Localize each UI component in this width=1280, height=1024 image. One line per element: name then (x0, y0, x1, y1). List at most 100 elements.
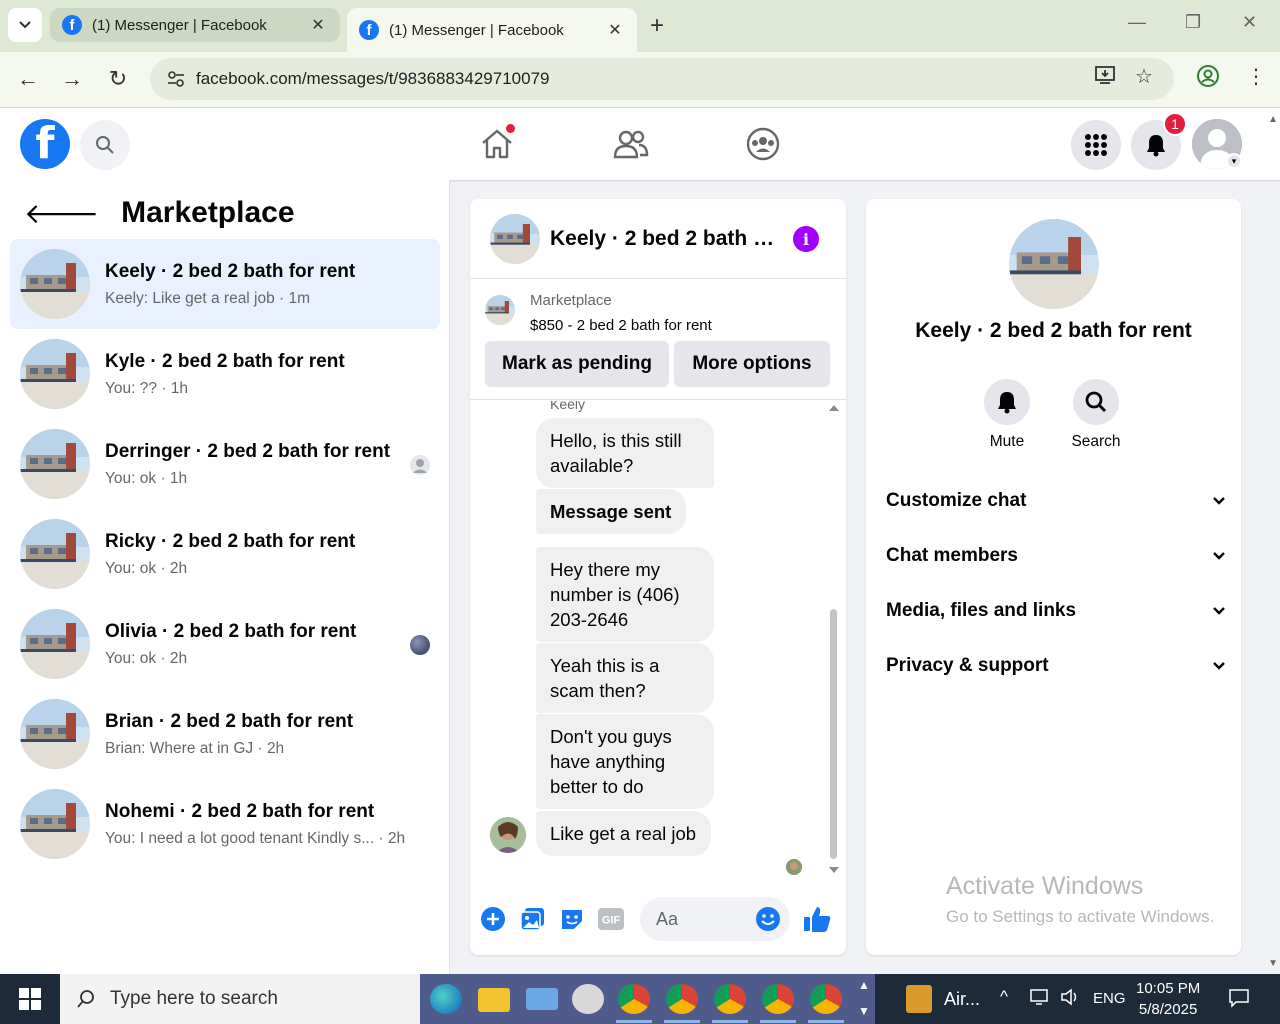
sender-avatar[interactable] (490, 817, 526, 853)
facebook-logo[interactable]: f (20, 119, 70, 169)
account-menu-chevron-icon[interactable]: ▾ (1226, 153, 1242, 169)
facebook-favicon-icon: f (62, 15, 82, 35)
scroll-down-arrow-icon[interactable] (827, 865, 841, 875)
menu-grid-button[interactable] (1071, 120, 1121, 170)
browser-menu-icon[interactable]: ⋮ (1246, 64, 1266, 89)
facebook-search-button[interactable] (80, 120, 130, 170)
customize-chat-section[interactable]: Customize chat (886, 481, 1226, 521)
gif-icon[interactable]: GIF (597, 905, 625, 933)
file-explorer-icon[interactable] (478, 988, 510, 1012)
conversation-item[interactable]: Brian · 2 bed 2 bath for rent Brian: Whe… (10, 689, 440, 779)
profile-icon[interactable] (1196, 64, 1220, 94)
install-app-icon[interactable] (1094, 64, 1116, 92)
mark-as-pending-button[interactable]: Mark as pending (485, 341, 669, 387)
chrome-profile-5-icon[interactable] (810, 984, 842, 1014)
listing-thumbnail (485, 295, 515, 325)
more-options-button[interactable]: More options (674, 341, 830, 387)
message-bubble: Like get a real job (536, 811, 711, 856)
message-bubble: Hey there my number is (406) 203-2646 (536, 547, 714, 642)
windows-taskbar: Type here to search ▲ ▼ Air... ^ ENG 10:… (0, 974, 1280, 1024)
listing-thumbnail (20, 699, 90, 769)
chat-thumbnail[interactable] (490, 214, 540, 264)
back-arrow-icon[interactable]: 🡐 (24, 196, 99, 230)
info-icon[interactable]: i (793, 226, 819, 252)
search-in-conversation-button[interactable]: Search (1056, 379, 1136, 451)
chrome-profile-1-icon[interactable] (618, 984, 650, 1014)
page-scroll-up-icon[interactable]: ▲ (1268, 114, 1278, 125)
browser-tab-1[interactable]: f (1) Messenger | Facebook ✕ (50, 8, 340, 42)
back-icon[interactable]: ← (14, 66, 42, 94)
show-hidden-icons-icon[interactable]: ^ (1000, 987, 1008, 1007)
chat-window: Keely · 2 bed 2 bath f... i Marketplace … (470, 199, 846, 955)
listing-category: Marketplace (530, 292, 612, 309)
scrollbar-thumb[interactable] (830, 609, 837, 859)
forward-icon[interactable]: → (58, 66, 86, 94)
action-center-icon[interactable] (1228, 988, 1250, 1013)
new-tab-button[interactable]: + (650, 12, 664, 40)
close-tab-icon[interactable]: ✕ (308, 15, 328, 35)
page-scroll-down-icon[interactable]: ▼ (1268, 958, 1278, 969)
taskbar-search-box[interactable]: Type here to search (60, 974, 420, 1024)
chrome-profile-2-icon[interactable] (666, 984, 698, 1014)
photo-icon[interactable] (519, 905, 547, 933)
bookmark-star-icon[interactable]: ☆ (1135, 64, 1153, 89)
add-plus-icon[interactable] (479, 905, 507, 933)
air-app-icon[interactable] (906, 985, 932, 1013)
taskbar-clock[interactable]: 10:05 PM 5/8/2025 (1136, 978, 1200, 1020)
url-bar[interactable]: facebook.com/messages/t/9836883429710079 (150, 58, 1174, 100)
nav-home[interactable] (477, 124, 517, 164)
sender-name: Keely (550, 401, 586, 412)
like-thumb-icon[interactable] (803, 905, 831, 933)
listing-thumbnail (20, 519, 90, 589)
conversation-item[interactable]: Olivia · 2 bed 2 bath for rent You: ok ·… (10, 599, 440, 689)
desktop-app-icon[interactable] (526, 988, 558, 1010)
privacy-support-section[interactable]: Privacy & support (886, 646, 1226, 686)
taskbar-search-placeholder: Type here to search (110, 988, 278, 1009)
air-app-label[interactable]: Air... (944, 989, 980, 1010)
tray-scroll-down-icon[interactable]: ▼ (858, 1004, 870, 1018)
search-icon (96, 136, 114, 154)
chat-scrollbar[interactable] (827, 405, 841, 879)
chrome-profile-4-icon[interactable] (762, 984, 794, 1014)
conversation-name: Nohemi · 2 bed 2 bath for rent (105, 800, 375, 822)
chat-header: Keely · 2 bed 2 bath f... i (470, 199, 846, 279)
tools-app-icon[interactable] (572, 984, 604, 1014)
friends-icon (613, 130, 649, 159)
section-label: Chat members (886, 545, 1018, 566)
close-tab-icon[interactable]: ✕ (605, 20, 625, 40)
nav-groups[interactable] (743, 124, 783, 164)
network-icon[interactable] (1030, 988, 1050, 1011)
scroll-up-arrow-icon[interactable] (827, 403, 841, 413)
reload-icon[interactable]: ↻ (104, 66, 132, 94)
chat-members-section[interactable]: Chat members (886, 536, 1226, 576)
media-files-links-section[interactable]: Media, files and links (886, 591, 1226, 631)
windows-start-button[interactable] (0, 974, 60, 1024)
close-window-icon[interactable]: ✕ (1242, 12, 1257, 33)
sticker-icon[interactable] (558, 905, 586, 933)
minimize-icon[interactable]: — (1128, 12, 1146, 33)
site-info-icon[interactable] (166, 69, 186, 89)
tab-search-button[interactable] (8, 8, 42, 42)
facebook-header: f (0, 108, 1280, 180)
panel-title: Marketplace (121, 196, 295, 229)
chevron-down-icon (1213, 662, 1225, 670)
volume-icon[interactable] (1060, 988, 1080, 1011)
grid-menu-icon (1085, 134, 1107, 156)
edge-browser-icon[interactable] (430, 984, 462, 1014)
chat-title[interactable]: Keely · 2 bed 2 bath f... (550, 227, 776, 251)
language-indicator[interactable]: ENG (1093, 990, 1126, 1007)
browser-tab-2[interactable]: f (1) Messenger | Facebook ✕ (347, 8, 637, 52)
emoji-icon[interactable] (754, 905, 782, 933)
listing-price-title[interactable]: $850 - 2 bed 2 bath for rent (530, 317, 712, 334)
restore-icon[interactable]: ❐ (1185, 12, 1201, 33)
nav-friends[interactable] (611, 124, 651, 164)
conversation-preview: Keely: Like get a real job · 1m (105, 289, 311, 307)
conversation-item[interactable]: Nohemi · 2 bed 2 bath for rent You: I ne… (10, 779, 440, 869)
tray-scroll-up-icon[interactable]: ▲ (858, 978, 870, 992)
mute-button[interactable]: Mute (967, 379, 1047, 451)
chrome-profile-3-icon[interactable] (714, 984, 746, 1014)
conversation-item[interactable]: Kyle · 2 bed 2 bath for rent You: ?? · 1… (10, 329, 440, 419)
conversation-item[interactable]: Derringer · 2 bed 2 bath for rent You: o… (10, 419, 440, 509)
conversation-item[interactable]: Keely · 2 bed 2 bath for rent Keely: Lik… (10, 239, 440, 329)
conversation-item[interactable]: Ricky · 2 bed 2 bath for rent You: ok · … (10, 509, 440, 599)
